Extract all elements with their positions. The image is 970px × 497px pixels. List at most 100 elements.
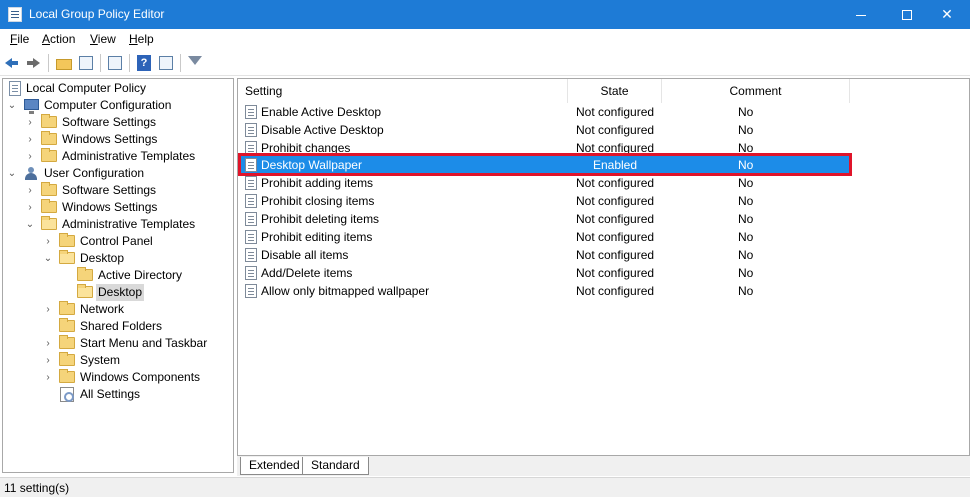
tree-item-uc-administrative-templates[interactable]: ⌄ Administrative Templates xyxy=(3,216,231,233)
settings-list[interactable]: Setting State Comment Enable Active Desk… xyxy=(237,78,970,456)
tree-item-windows-components[interactable]: › Windows Components xyxy=(3,369,231,386)
policy-editor-icon xyxy=(8,7,22,22)
policy-setting-icon xyxy=(245,194,257,208)
export-list-button[interactable] xyxy=(105,53,125,73)
close-button[interactable]: ✕ xyxy=(924,0,970,29)
chevron-right-icon[interactable]: › xyxy=(43,233,53,250)
policy-setting-icon xyxy=(245,123,257,137)
table-row[interactable]: Disable Active Desktop Not configured No xyxy=(238,121,850,139)
chevron-right-icon[interactable]: › xyxy=(25,199,35,216)
folder-icon xyxy=(41,148,57,162)
chevron-right-icon[interactable]: › xyxy=(25,131,35,148)
selection-highlight-frame xyxy=(238,153,852,176)
policy-setting-icon xyxy=(245,105,257,119)
folder-open-icon xyxy=(77,284,93,298)
chevron-right-icon[interactable]: › xyxy=(25,148,35,165)
policy-setting-icon xyxy=(245,266,257,280)
help-icon: ? xyxy=(137,55,151,71)
chevron-down-icon[interactable]: ⌄ xyxy=(7,97,17,114)
chevron-right-icon[interactable]: › xyxy=(25,114,35,131)
table-row[interactable]: Prohibit deleting items Not configured N… xyxy=(238,210,850,228)
tree-item-desktop-selected[interactable]: Desktop xyxy=(3,284,231,301)
folder-icon xyxy=(77,267,93,281)
tree-item-local-computer-policy[interactable]: Local Computer Policy xyxy=(3,80,231,97)
table-row[interactable]: Disable all items Not configured No xyxy=(238,246,850,264)
folder-icon xyxy=(41,182,57,196)
table-row[interactable]: Prohibit editing items Not configured No xyxy=(238,228,850,246)
filter-button[interactable] xyxy=(185,53,205,73)
properties-button[interactable] xyxy=(156,53,176,73)
table-row[interactable]: Prohibit closing items Not configured No xyxy=(238,192,850,210)
chevron-right-icon[interactable]: › xyxy=(43,335,53,352)
chevron-down-icon[interactable]: ⌄ xyxy=(43,250,53,267)
column-header-comment[interactable]: Comment xyxy=(662,79,850,103)
chevron-down-icon[interactable]: ⌄ xyxy=(25,216,35,233)
chevron-right-icon[interactable]: › xyxy=(43,352,53,369)
up-folder-icon xyxy=(56,59,72,70)
folder-icon xyxy=(41,199,57,213)
policy-setting-icon xyxy=(245,284,257,298)
toolbar: ? xyxy=(0,50,970,76)
tree-item-uc-software-settings[interactable]: › Software Settings xyxy=(3,182,231,199)
tree-item-start-menu-taskbar[interactable]: › Start Menu and Taskbar xyxy=(3,335,231,352)
show-hide-tree-button[interactable] xyxy=(76,53,96,73)
back-button[interactable] xyxy=(3,53,23,73)
maximize-icon xyxy=(902,10,912,21)
toolbar-separator xyxy=(100,54,101,72)
tree-item-system[interactable]: › System xyxy=(3,352,231,369)
status-text: 11 setting(s) xyxy=(4,481,70,495)
all-settings-icon xyxy=(60,387,74,402)
filter-icon xyxy=(188,56,202,65)
tab-standard[interactable]: Standard xyxy=(302,457,369,475)
chevron-right-icon[interactable]: › xyxy=(43,369,53,386)
title-bar: Local Group Policy Editor ✕ xyxy=(0,0,970,29)
minimize-button[interactable] xyxy=(838,0,884,29)
menu-action[interactable]: Action xyxy=(42,32,75,46)
view-tabs: Extended Standard xyxy=(237,456,970,476)
table-row[interactable]: Prohibit adding items Not configured No xyxy=(238,174,850,192)
tree-item-user-configuration[interactable]: ⌄ User Configuration xyxy=(3,165,231,182)
forward-arrow-icon xyxy=(27,58,40,68)
menu-view[interactable]: View xyxy=(90,32,116,46)
forward-button[interactable] xyxy=(24,53,44,73)
chevron-down-icon[interactable]: ⌄ xyxy=(7,165,17,182)
help-button[interactable]: ? xyxy=(134,53,154,73)
folder-icon xyxy=(59,318,75,332)
tab-extended[interactable]: Extended xyxy=(240,457,309,475)
menu-help[interactable]: Help xyxy=(129,32,154,46)
up-one-level-button[interactable] xyxy=(54,53,74,73)
chevron-right-icon[interactable]: › xyxy=(43,301,53,318)
policy-setting-icon xyxy=(245,230,257,244)
table-row[interactable]: Add/Delete items Not configured No xyxy=(238,264,850,282)
folder-icon xyxy=(59,352,75,366)
tree-item-active-directory[interactable]: Active Directory xyxy=(3,267,231,284)
menu-file[interactable]: File xyxy=(10,32,29,46)
tree-item-desktop[interactable]: ⌄ Desktop xyxy=(3,250,231,267)
policy-setting-icon xyxy=(245,212,257,226)
tree-item-shared-folders[interactable]: Shared Folders xyxy=(3,318,231,335)
policy-setting-icon xyxy=(245,176,257,190)
tree-item-control-panel[interactable]: › Control Panel xyxy=(3,233,231,250)
folder-open-icon xyxy=(41,216,57,230)
folder-icon xyxy=(59,335,75,349)
tree-item-network[interactable]: › Network xyxy=(3,301,231,318)
back-arrow-icon xyxy=(5,58,18,68)
tree-item-cc-administrative-templates[interactable]: › Administrative Templates xyxy=(3,148,231,165)
tree-item-computer-configuration[interactable]: ⌄ Computer Configuration xyxy=(3,97,231,114)
table-row[interactable]: Allow only bitmapped wallpaper Not confi… xyxy=(238,282,850,300)
navigation-tree[interactable]: Local Computer Policy ⌄ Computer Configu… xyxy=(2,78,234,473)
table-row[interactable]: Enable Active Desktop Not configured No xyxy=(238,103,850,121)
tree-item-cc-software-settings[interactable]: › Software Settings xyxy=(3,114,231,131)
toolbar-separator xyxy=(180,54,181,72)
tree-item-cc-windows-settings[interactable]: › Windows Settings xyxy=(3,131,231,148)
folder-icon xyxy=(59,301,75,315)
tree-item-uc-windows-settings[interactable]: › Windows Settings xyxy=(3,199,231,216)
window-title: Local Group Policy Editor xyxy=(29,7,165,21)
tree-item-all-settings[interactable]: All Settings xyxy=(3,386,231,403)
column-header-state[interactable]: State xyxy=(568,79,662,103)
chevron-right-icon[interactable]: › xyxy=(25,182,35,199)
column-header-setting[interactable]: Setting xyxy=(238,79,568,103)
minimize-icon xyxy=(856,14,866,16)
status-bar: 11 setting(s) xyxy=(0,477,970,497)
toolbar-separator xyxy=(129,54,130,72)
